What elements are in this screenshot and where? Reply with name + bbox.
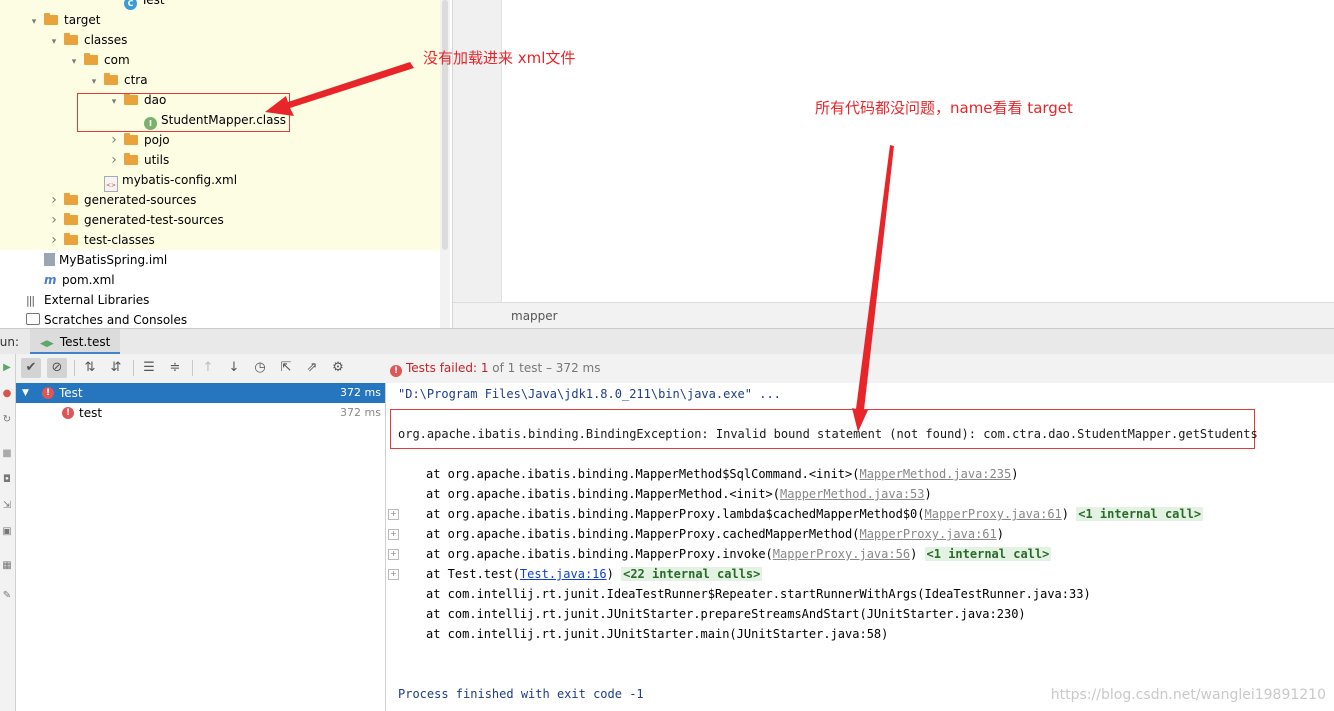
- annotation-arrows: [265, 62, 894, 432]
- annotation-arrow-xml: [265, 62, 414, 116]
- annotation-arrow-code: [852, 145, 894, 432]
- watermark: https://blog.csdn.net/wanglei19891210: [1050, 687, 1326, 703]
